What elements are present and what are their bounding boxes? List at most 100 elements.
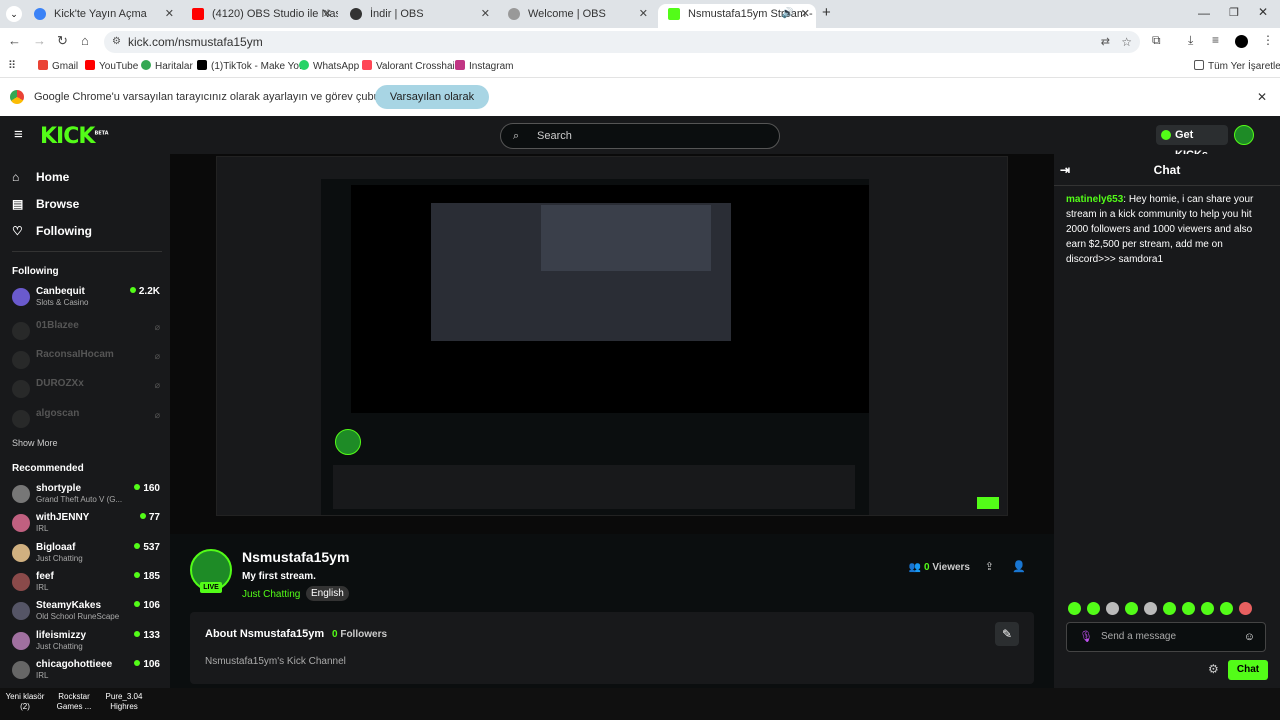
emote-icon[interactable] <box>1068 602 1081 615</box>
emote-icon[interactable] <box>1201 602 1214 615</box>
new-tab-button[interactable]: + <box>822 4 831 21</box>
sidebar-channel-chicagohottieee[interactable]: chicagohottieee IRL 106 <box>12 659 160 685</box>
bookmark-instagram[interactable]: Instagram <box>455 60 513 72</box>
media-icon[interactable]: ≡ <box>1212 33 1219 47</box>
bookmark-tiktok[interactable]: (1)TikTok - Make Yo... <box>197 60 307 72</box>
viewer-count: 2.2K <box>130 286 160 297</box>
instagram-icon <box>455 60 465 70</box>
viewer-count: 185 <box>134 571 160 582</box>
language-tag[interactable]: English <box>306 586 349 601</box>
bookmark-whatsapp[interactable]: WhatsApp <box>299 60 359 72</box>
tab-4-active[interactable]: Nsmustafa15ym Stream - V 🔊 ✕ <box>658 4 816 28</box>
sidebar-channel-raconsaihocam[interactable]: RaconsaIHocam ⌀ <box>12 349 160 375</box>
home-browser-icon[interactable]: ⌂ <box>81 33 89 48</box>
chat-message-input[interactable]: 🎙 Send a message ☺ <box>1066 622 1266 652</box>
extensions-icon[interactable]: ⧉ <box>1152 33 1161 48</box>
hamburger-menu-icon[interactable]: ≡ <box>14 126 23 143</box>
forward-icon[interactable]: → <box>33 33 46 48</box>
all-bookmarks-folder[interactable]: Tüm Yer İşaretleri <box>1194 60 1280 72</box>
desktop-item-pure[interactable]: Pure_3.04 Highres <box>102 692 146 712</box>
kick-logo[interactable]: KICKBETA <box>40 124 109 149</box>
sidebar-channel-steamykakes[interactable]: SteamyKakes Old School RuneScape 106 <box>12 600 160 626</box>
set-default-button[interactable]: Varsayılan olarak ayarla <box>375 85 489 127</box>
emote-icon[interactable] <box>1182 602 1195 615</box>
sidebar-channel-feef[interactable]: feef IRL 185 <box>12 571 160 597</box>
emote-icon[interactable] <box>1125 602 1138 615</box>
sidebar-channel-bigloaaf[interactable]: Bigloaaf Just Chatting 537 <box>12 542 160 568</box>
emote-icon[interactable] <box>1239 602 1252 615</box>
tab-1[interactable]: (4120) OBS Studio ile Nasıl Ekra ✕ <box>182 4 338 28</box>
desktop-item-rockstar[interactable]: Rockstar Games ... <box>52 692 96 712</box>
bookmark-maps[interactable]: Haritalar <box>141 60 193 72</box>
user-avatar[interactable] <box>1234 125 1254 145</box>
close-tab-icon[interactable]: ✕ <box>323 4 332 24</box>
emote-icon[interactable] <box>1087 602 1100 615</box>
chat-settings-gear-icon[interactable]: ⚙ <box>1208 662 1219 676</box>
share-icon[interactable]: ⇪ <box>985 560 994 573</box>
translate-icon[interactable]: ⇄ <box>1101 31 1110 53</box>
close-tab-icon[interactable]: ✕ <box>165 4 174 24</box>
download-icon[interactable]: ⤓ <box>1188 33 1193 48</box>
close-tab-icon[interactable]: ✕ <box>481 4 490 24</box>
mirrored-sidebar <box>217 179 321 515</box>
nav-following[interactable]: ♡ Following <box>12 224 92 238</box>
minimize-icon[interactable]: — <box>1198 6 1210 20</box>
microphone-icon[interactable]: 🎙 <box>1079 623 1093 651</box>
emote-icon[interactable] <box>1220 602 1233 615</box>
category-link[interactable]: Just Chatting <box>242 589 300 600</box>
video-player[interactable] <box>170 154 1054 534</box>
mirrored-about-panel <box>333 465 855 509</box>
channel-name[interactable]: Nsmustafa15ym <box>242 549 349 565</box>
nav-home[interactable]: ⌂ Home <box>12 170 69 184</box>
close-tab-icon[interactable]: ✕ <box>639 4 648 24</box>
chat-username[interactable]: matinely653 <box>1066 194 1123 205</box>
sidebar-channel-shortyple[interactable]: shortyple Grand Theft Auto V (G... 160 <box>12 483 160 509</box>
close-tab-icon[interactable]: ✕ <box>801 4 810 24</box>
live-badge: LIVE <box>200 582 222 593</box>
follow-user-icon[interactable]: 👤 <box>1012 560 1026 573</box>
show-more-link[interactable]: Show More <box>12 438 58 448</box>
profile-avatar[interactable] <box>1235 35 1248 48</box>
browser-menu-icon[interactable]: ⋮ <box>1262 33 1274 47</box>
sidebar-channel-canbequit[interactable]: Canbequit Slots & Casino 2.2K <box>12 286 160 312</box>
mirrored-channel-avatar <box>335 429 361 455</box>
desktop-item-folder[interactable]: Yeni klasör (2) <box>4 692 46 712</box>
avatar <box>12 485 30 503</box>
emote-icon[interactable] <box>1163 602 1176 615</box>
url-field[interactable]: ⚙ kick.com/nsmustafa15ym ⇄ ☆ <box>104 31 1140 53</box>
tab-3[interactable]: Welcome | OBS ✕ <box>498 4 654 28</box>
emoji-icon[interactable]: ☺ <box>1244 623 1255 651</box>
close-infobar-icon[interactable]: ✕ <box>1257 90 1267 104</box>
browse-icon: ▤ <box>12 197 24 211</box>
sidebar-channel-lifeismizzy[interactable]: lifeismizzy Just Chatting 133 <box>12 630 160 656</box>
bookmark-valorant[interactable]: Valorant Crosshairs <box>362 60 463 72</box>
recommended-heading: Recommended <box>12 463 84 474</box>
collapse-chat-icon[interactable]: ⇥ <box>1060 154 1070 186</box>
emote-icon[interactable] <box>1106 602 1119 615</box>
sidebar-channel-01blazee[interactable]: 01Blazee ⌀ <box>12 320 160 346</box>
address-bar-row: ← → ↻ ⌂ ⚙ kick.com/nsmustafa15ym ⇄ ☆ ⧉ ⤓… <box>0 28 1280 56</box>
close-window-icon[interactable]: ✕ <box>1258 5 1268 19</box>
edit-pencil-icon[interactable]: ✎ <box>995 622 1019 646</box>
bookmark-star-icon[interactable]: ☆ <box>1121 31 1132 53</box>
avatar <box>12 544 30 562</box>
nav-browse[interactable]: ▤ Browse <box>12 197 79 211</box>
sidebar-channel-withjenny[interactable]: withJENNY IRL 77 <box>12 512 160 538</box>
speaker-icon[interactable]: 🔊 <box>782 4 794 24</box>
send-chat-button[interactable]: Chat <box>1228 660 1268 680</box>
restore-icon[interactable]: ❐ <box>1229 6 1239 19</box>
tab-0[interactable]: Kick'te Yayın Açma ✕ <box>24 4 180 28</box>
apps-icon[interactable]: ⠿ <box>8 59 16 72</box>
sidebar-channel-durozxx[interactable]: DUROZXx ⌀ <box>12 378 160 404</box>
site-info-icon[interactable]: ⚙ <box>112 31 121 53</box>
emote-icon[interactable] <box>1144 602 1157 615</box>
tab-2[interactable]: İndir | OBS ✕ <box>340 4 496 28</box>
back-icon[interactable]: ← <box>8 33 21 48</box>
get-kicks-button[interactable]: Get KICKs <box>1156 125 1228 161</box>
reload-icon[interactable]: ↻ <box>57 33 68 49</box>
tab-list-dropdown[interactable]: ⌄ <box>6 6 22 22</box>
bookmark-gmail[interactable]: Gmail <box>38 60 78 72</box>
search-input[interactable]: ⌕ Search <box>500 123 780 149</box>
bookmark-youtube[interactable]: YouTube <box>85 60 138 72</box>
sidebar-channel-algoscan[interactable]: algoscan ⌀ <box>12 408 160 434</box>
